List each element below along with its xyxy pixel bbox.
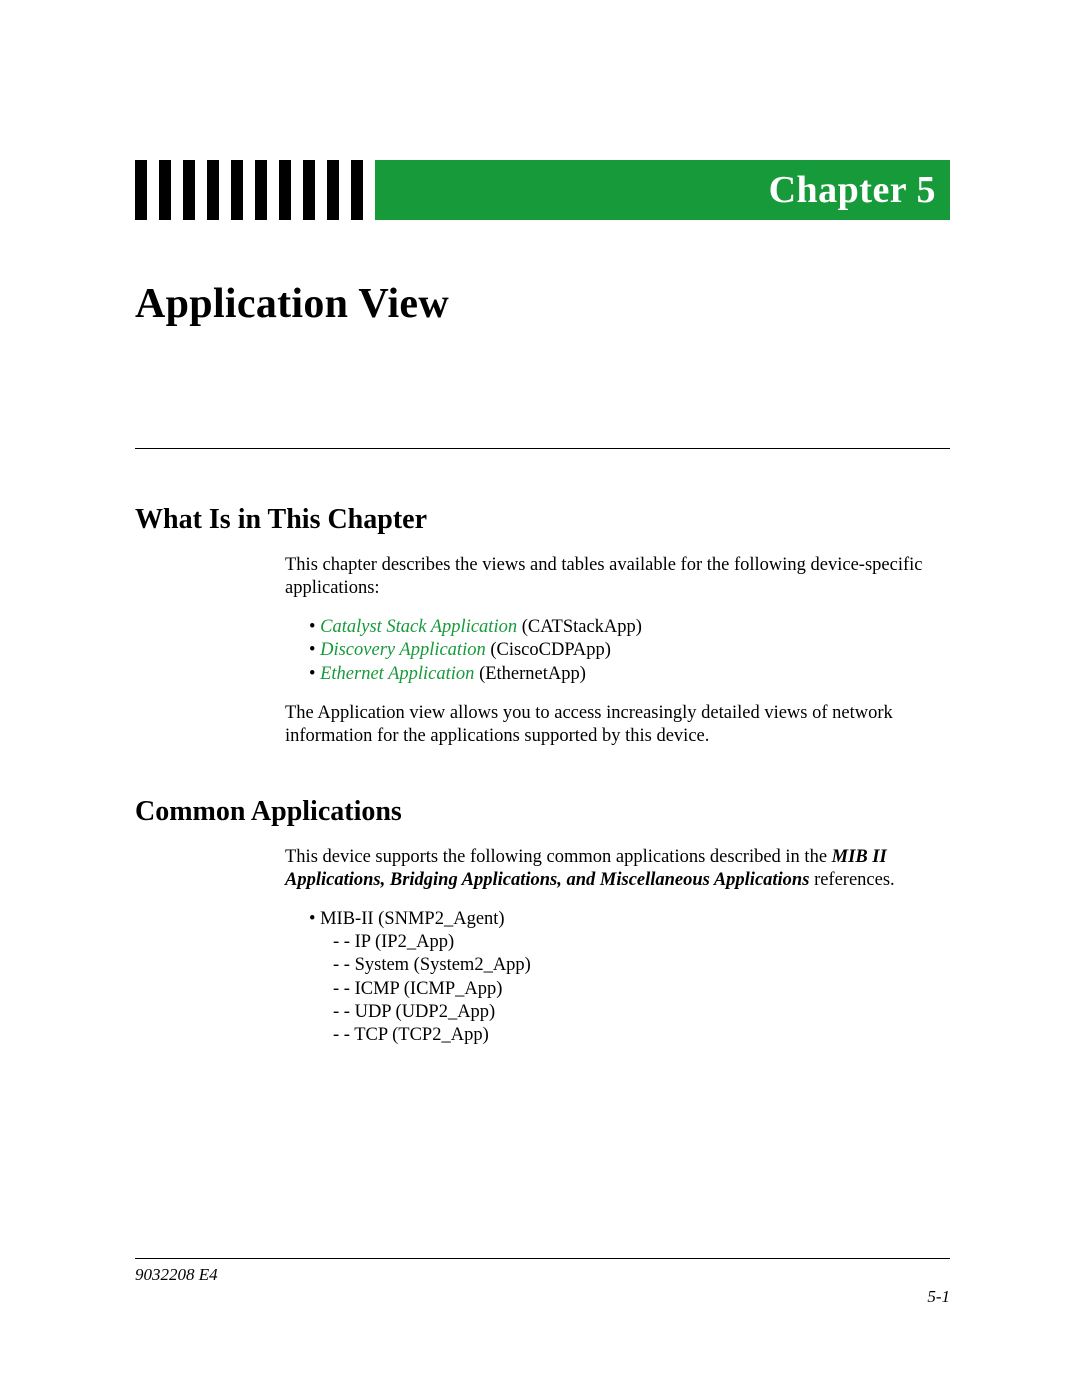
sub-item: - System (System2_App) — [333, 954, 950, 977]
list-item-tail: (CiscoCDPApp) — [486, 640, 611, 660]
footer-row: 9032208 E4 5-1 — [135, 1265, 950, 1307]
sub-item: - ICMP (ICMP_App) — [333, 978, 950, 1001]
section2-body: This device supports the following commo… — [285, 846, 950, 1047]
section2-para: This device supports the following commo… — [285, 846, 950, 892]
section1-outro: The Application view allows you to acces… — [285, 702, 950, 748]
section-heading-what-is: What Is in This Chapter — [135, 504, 950, 536]
section-heading-common-apps: Common Applications — [135, 796, 950, 828]
document-page: Chapter 5 Application View What Is in Th… — [0, 0, 1080, 1397]
sub-item-list: - IP (IP2_App) - System (System2_App) - … — [333, 931, 950, 1047]
sub-item: - UDP (UDP2_App) — [333, 1001, 950, 1024]
page-number: 5-1 — [927, 1287, 950, 1307]
page-title: Application View — [135, 280, 950, 328]
document-id: 9032208 E4 — [135, 1265, 218, 1285]
page-footer: 9032208 E4 5-1 — [135, 1258, 950, 1307]
link-discovery-app[interactable]: Discovery Application — [320, 640, 486, 660]
link-catalyst-stack[interactable]: Catalyst Stack Application — [320, 617, 517, 637]
device-app-list: Catalyst Stack Application (CATStackApp)… — [309, 616, 950, 685]
section1-body: This chapter describes the views and tab… — [285, 554, 950, 748]
footer-rule — [135, 1258, 950, 1259]
chapter-banner: Chapter 5 — [135, 160, 950, 220]
list-item: Ethernet Application (EthernetApp) — [309, 663, 950, 686]
list-item-label: MIB-II (SNMP2_Agent) — [320, 909, 504, 929]
list-item-tail: (EthernetApp) — [474, 664, 585, 684]
list-item-tail: (CATStackApp) — [517, 617, 642, 637]
chapter-label: Chapter 5 — [769, 168, 936, 212]
barcode-graphic — [135, 160, 375, 220]
list-item: Discovery Application (CiscoCDPApp) — [309, 639, 950, 662]
link-ethernet-app[interactable]: Ethernet Application — [320, 664, 474, 684]
sub-item: - IP (IP2_App) — [333, 931, 950, 954]
common-app-list: MIB-II (SNMP2_Agent) - IP (IP2_App) - Sy… — [309, 908, 950, 1047]
section2: Common Applications This device supports… — [135, 796, 950, 1047]
sub-item: - TCP (TCP2_App) — [333, 1024, 950, 1047]
list-item: MIB-II (SNMP2_Agent) - IP (IP2_App) - Sy… — [309, 908, 950, 1047]
para-tail: references. — [809, 870, 894, 890]
section1-intro: This chapter describes the views and tab… — [285, 554, 950, 600]
chapter-label-block: Chapter 5 — [375, 160, 950, 220]
list-item: Catalyst Stack Application (CATStackApp) — [309, 616, 950, 639]
horizontal-rule — [135, 448, 950, 449]
para-lead: This device supports the following commo… — [285, 847, 832, 867]
